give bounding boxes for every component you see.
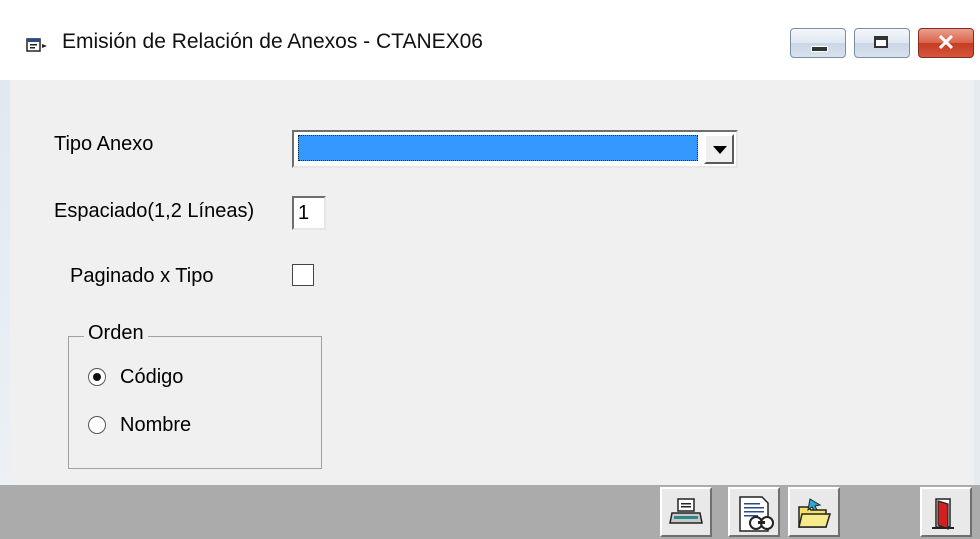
radio-codigo[interactable] bbox=[88, 368, 106, 386]
espaciado-label: Espaciado(1,2 Líneas) bbox=[54, 200, 255, 222]
close-button[interactable]: ✕ bbox=[918, 28, 974, 58]
paginado-checkbox[interactable] bbox=[292, 264, 314, 286]
chevron-down-icon bbox=[713, 146, 727, 154]
open-button[interactable] bbox=[788, 487, 840, 537]
radio-nombre[interactable] bbox=[88, 416, 106, 434]
printer-icon bbox=[669, 498, 703, 524]
radio-codigo-label[interactable]: Código bbox=[120, 366, 183, 389]
minimize-icon bbox=[811, 46, 828, 52]
window-right-border bbox=[974, 0, 980, 539]
paginado-label: Paginado x Tipo bbox=[70, 265, 214, 287]
orden-group-title: Orden bbox=[84, 322, 148, 345]
espaciado-input[interactable]: 1 bbox=[292, 196, 326, 230]
dropdown-button[interactable] bbox=[704, 134, 734, 164]
radio-nombre-label[interactable]: Nombre bbox=[120, 414, 191, 437]
app-window-icon bbox=[26, 36, 47, 52]
minimize-button[interactable] bbox=[790, 28, 846, 58]
maximize-icon bbox=[874, 36, 888, 48]
open-folder-icon bbox=[798, 498, 832, 528]
window-left-border bbox=[0, 0, 10, 539]
tipo-anexo-selected-value bbox=[298, 135, 698, 161]
tipo-anexo-label: Tipo Anexo bbox=[54, 133, 154, 155]
print-preview-button[interactable] bbox=[728, 487, 780, 537]
tipo-anexo-dropdown[interactable] bbox=[292, 130, 738, 168]
window-title: Emisión de Relación de Anexos - CTANEX06 bbox=[62, 30, 483, 53]
print-button[interactable] bbox=[660, 487, 712, 537]
orden-groupbox bbox=[68, 336, 322, 469]
print-preview-icon bbox=[739, 496, 774, 532]
close-icon: ✕ bbox=[936, 30, 956, 55]
exit-button[interactable] bbox=[920, 487, 972, 537]
maximize-button[interactable] bbox=[854, 28, 910, 58]
exit-door-icon bbox=[932, 498, 954, 530]
title-bar[interactable]: Emisión de Relación de Anexos - CTANEX06… bbox=[0, 0, 980, 80]
